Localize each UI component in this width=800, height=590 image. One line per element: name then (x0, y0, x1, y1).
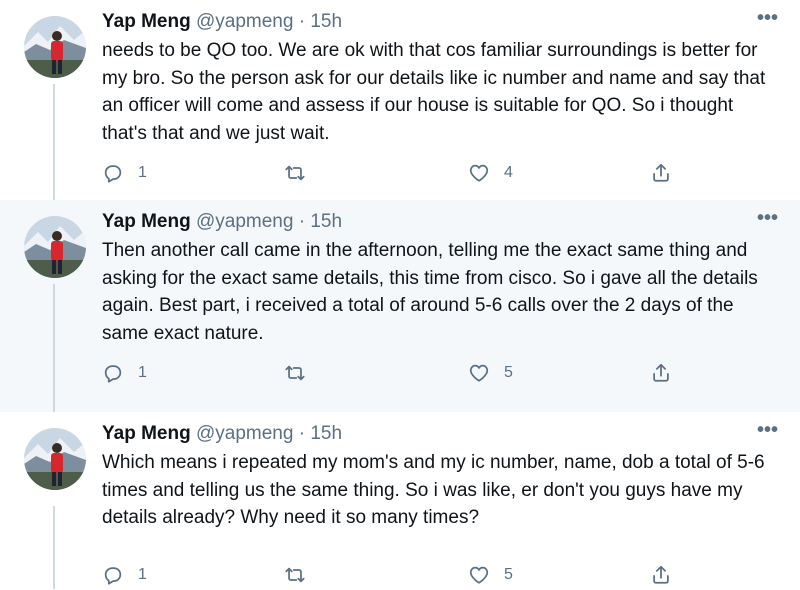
retweet-button[interactable] (284, 358, 320, 388)
tweet-header: Yap Meng @yapmeng · 15h (102, 421, 780, 447)
author-name[interactable]: Yap Meng (102, 11, 191, 32)
tweet-actions: 1 5 (102, 358, 682, 388)
timestamp[interactable]: 15h (310, 423, 342, 444)
like-button[interactable]: 5 (468, 560, 513, 590)
reply-button[interactable]: 1 (102, 158, 147, 188)
reply-count: 1 (138, 566, 147, 583)
retweet-button[interactable] (284, 158, 320, 188)
reply-icon (104, 165, 122, 183)
author-handle[interactable]: @yapmeng (196, 211, 293, 232)
separator: · (298, 423, 306, 444)
like-count: 5 (504, 566, 513, 583)
reply-button[interactable]: 1 (102, 358, 147, 388)
like-button[interactable]: 4 (468, 158, 513, 188)
tweet[interactable]: Yap Meng @yapmeng · 15h ••• Which means … (0, 412, 800, 589)
more-icon[interactable]: ••• (757, 208, 778, 228)
author-handle[interactable]: @yapmeng (196, 11, 293, 32)
tweet-text: Then another call came in the afternoon,… (102, 240, 758, 344)
more-icon[interactable]: ••• (757, 8, 778, 28)
retweet-icon (285, 365, 305, 381)
share-button[interactable] (650, 158, 672, 188)
share-icon (653, 363, 669, 382)
more-icon[interactable]: ••• (757, 420, 778, 440)
share-button[interactable] (650, 358, 672, 388)
tweet-actions: 1 5 (102, 560, 682, 590)
reply-icon (104, 365, 122, 383)
tweet-actions: 1 4 (102, 158, 682, 188)
reply-count: 1 (138, 364, 147, 381)
tweet-header: Yap Meng @yapmeng · 15h (102, 9, 780, 35)
reply-icon (104, 567, 122, 585)
like-count: 4 (504, 164, 513, 181)
heart-icon (469, 164, 489, 182)
tweet-header: Yap Meng @yapmeng · 15h (102, 209, 780, 235)
reply-button[interactable]: 1 (102, 560, 147, 590)
like-button[interactable]: 5 (468, 358, 513, 388)
avatar[interactable] (24, 216, 86, 278)
share-icon (653, 163, 669, 182)
retweet-icon (285, 165, 305, 181)
timestamp[interactable]: 15h (310, 11, 342, 32)
avatar[interactable] (24, 428, 86, 490)
retweet-icon (285, 567, 305, 583)
tweet-text: needs to be QO too. We are ok with that … (102, 40, 766, 144)
tweet[interactable]: Yap Meng @yapmeng · 15h ••• needs to be … (0, 0, 800, 200)
heart-icon (469, 566, 489, 584)
share-icon (653, 565, 669, 584)
reply-count: 1 (138, 164, 147, 181)
share-button[interactable] (650, 560, 672, 590)
author-name[interactable]: Yap Meng (102, 211, 191, 232)
author-name[interactable]: Yap Meng (102, 423, 191, 444)
thread-line (53, 506, 55, 589)
thread-line (53, 284, 55, 412)
tweet[interactable]: Yap Meng @yapmeng · 15h ••• Then another… (0, 200, 800, 412)
timestamp[interactable]: 15h (310, 211, 342, 232)
separator: · (298, 11, 306, 32)
thread-line (53, 84, 55, 200)
heart-icon (469, 364, 489, 382)
avatar[interactable] (24, 16, 86, 78)
like-count: 5 (504, 364, 513, 381)
tweet-text: Which means i repeated my mom's and my i… (102, 452, 765, 528)
author-handle[interactable]: @yapmeng (196, 423, 293, 444)
retweet-button[interactable] (284, 560, 320, 590)
separator: · (298, 211, 306, 232)
